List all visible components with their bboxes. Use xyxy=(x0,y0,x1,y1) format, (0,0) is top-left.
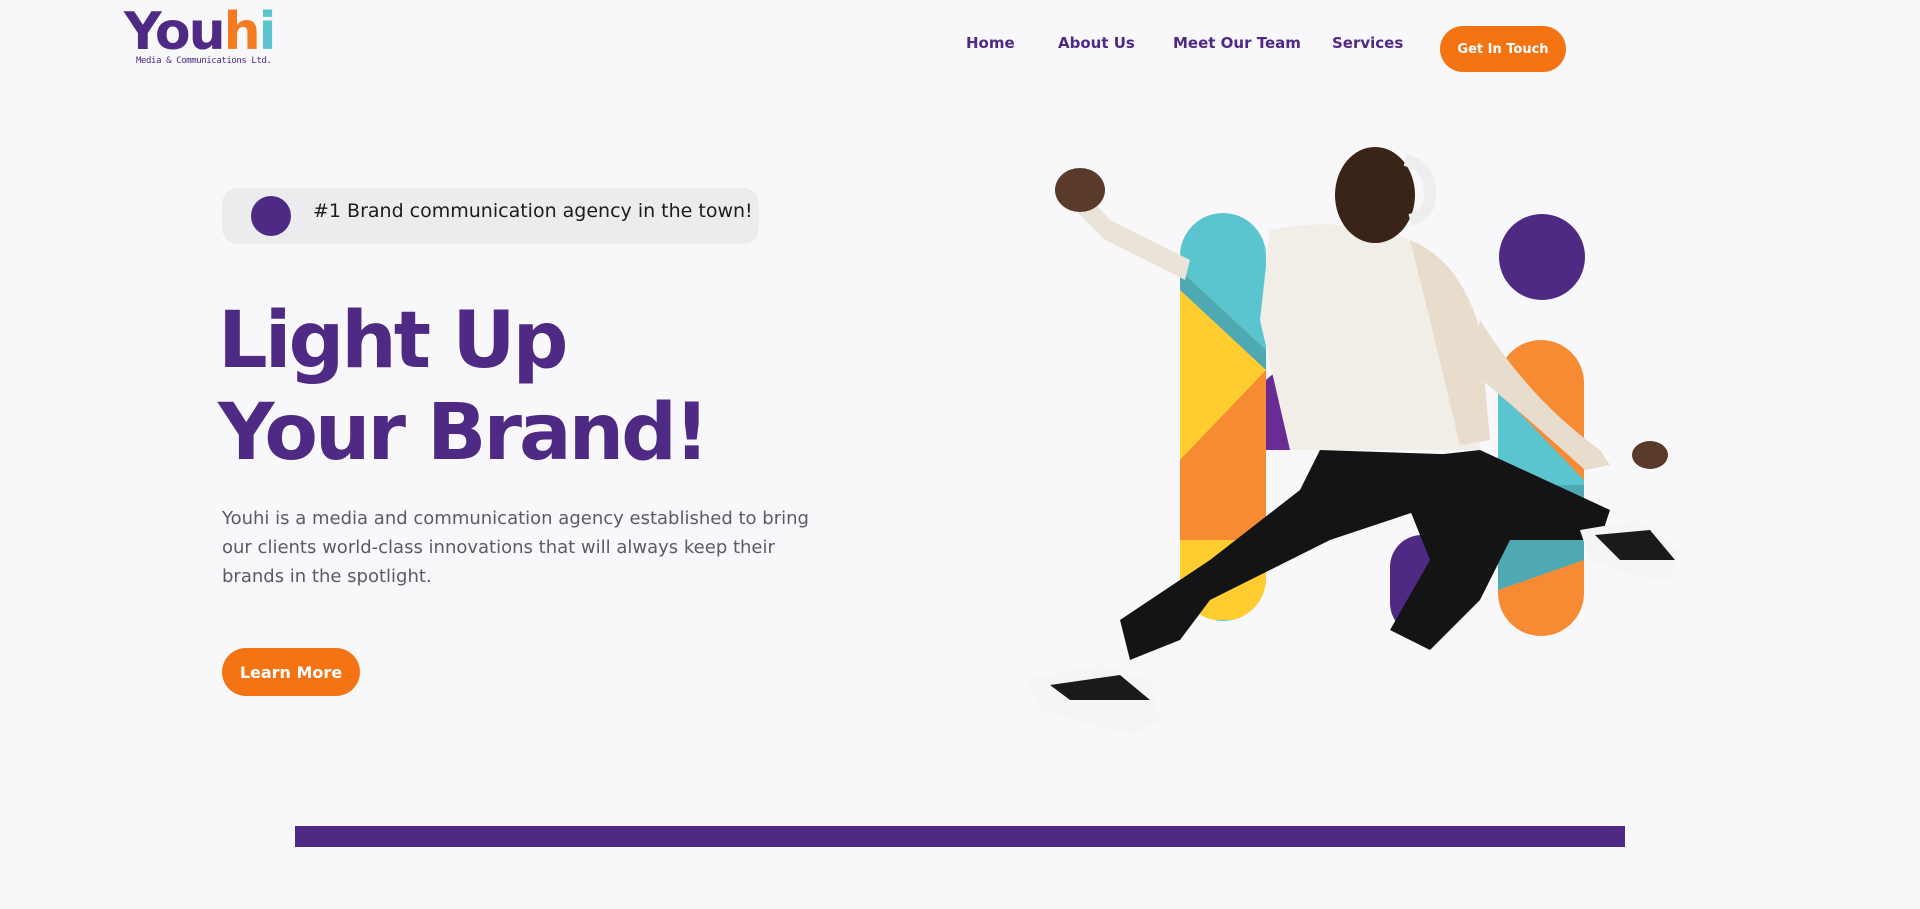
hero-headline: Light Up Your Brand! xyxy=(218,295,778,479)
badge-text: #1 Brand communication agency in the tow… xyxy=(313,200,753,222)
badge-dot-icon xyxy=(251,196,291,236)
logo-wordmark: Youhi xyxy=(124,2,276,62)
nav-meet-our-team[interactable]: Meet Our Team xyxy=(1173,34,1301,52)
hero-badge: #1 Brand communication agency in the tow… xyxy=(222,188,759,244)
nav-home[interactable]: Home xyxy=(966,34,1015,52)
nav-about-us[interactable]: About Us xyxy=(1058,34,1135,52)
person-figure xyxy=(1025,147,1680,735)
headline-line-1: Light Up xyxy=(218,296,568,386)
headline-line-2: Your Brand! xyxy=(218,388,710,478)
logo-tagline: Media & Communications Ltd. xyxy=(136,56,272,66)
hero-illustration xyxy=(1025,147,1680,735)
hero-image xyxy=(1010,120,1700,770)
learn-more-button[interactable]: Learn More xyxy=(222,648,360,696)
hero-description: Youhi is a media and communication agenc… xyxy=(222,508,809,587)
purple-circle-shape xyxy=(1499,214,1585,300)
site-header: Youhi Media & Communications Ltd. Home A… xyxy=(0,0,1920,100)
get-in-touch-button[interactable]: Get In Touch xyxy=(1440,26,1566,72)
nav-services[interactable]: Services xyxy=(1332,34,1403,52)
youhi-logo[interactable]: Youhi Media & Communications Ltd. xyxy=(124,6,276,74)
section-divider-bar xyxy=(295,826,1625,847)
